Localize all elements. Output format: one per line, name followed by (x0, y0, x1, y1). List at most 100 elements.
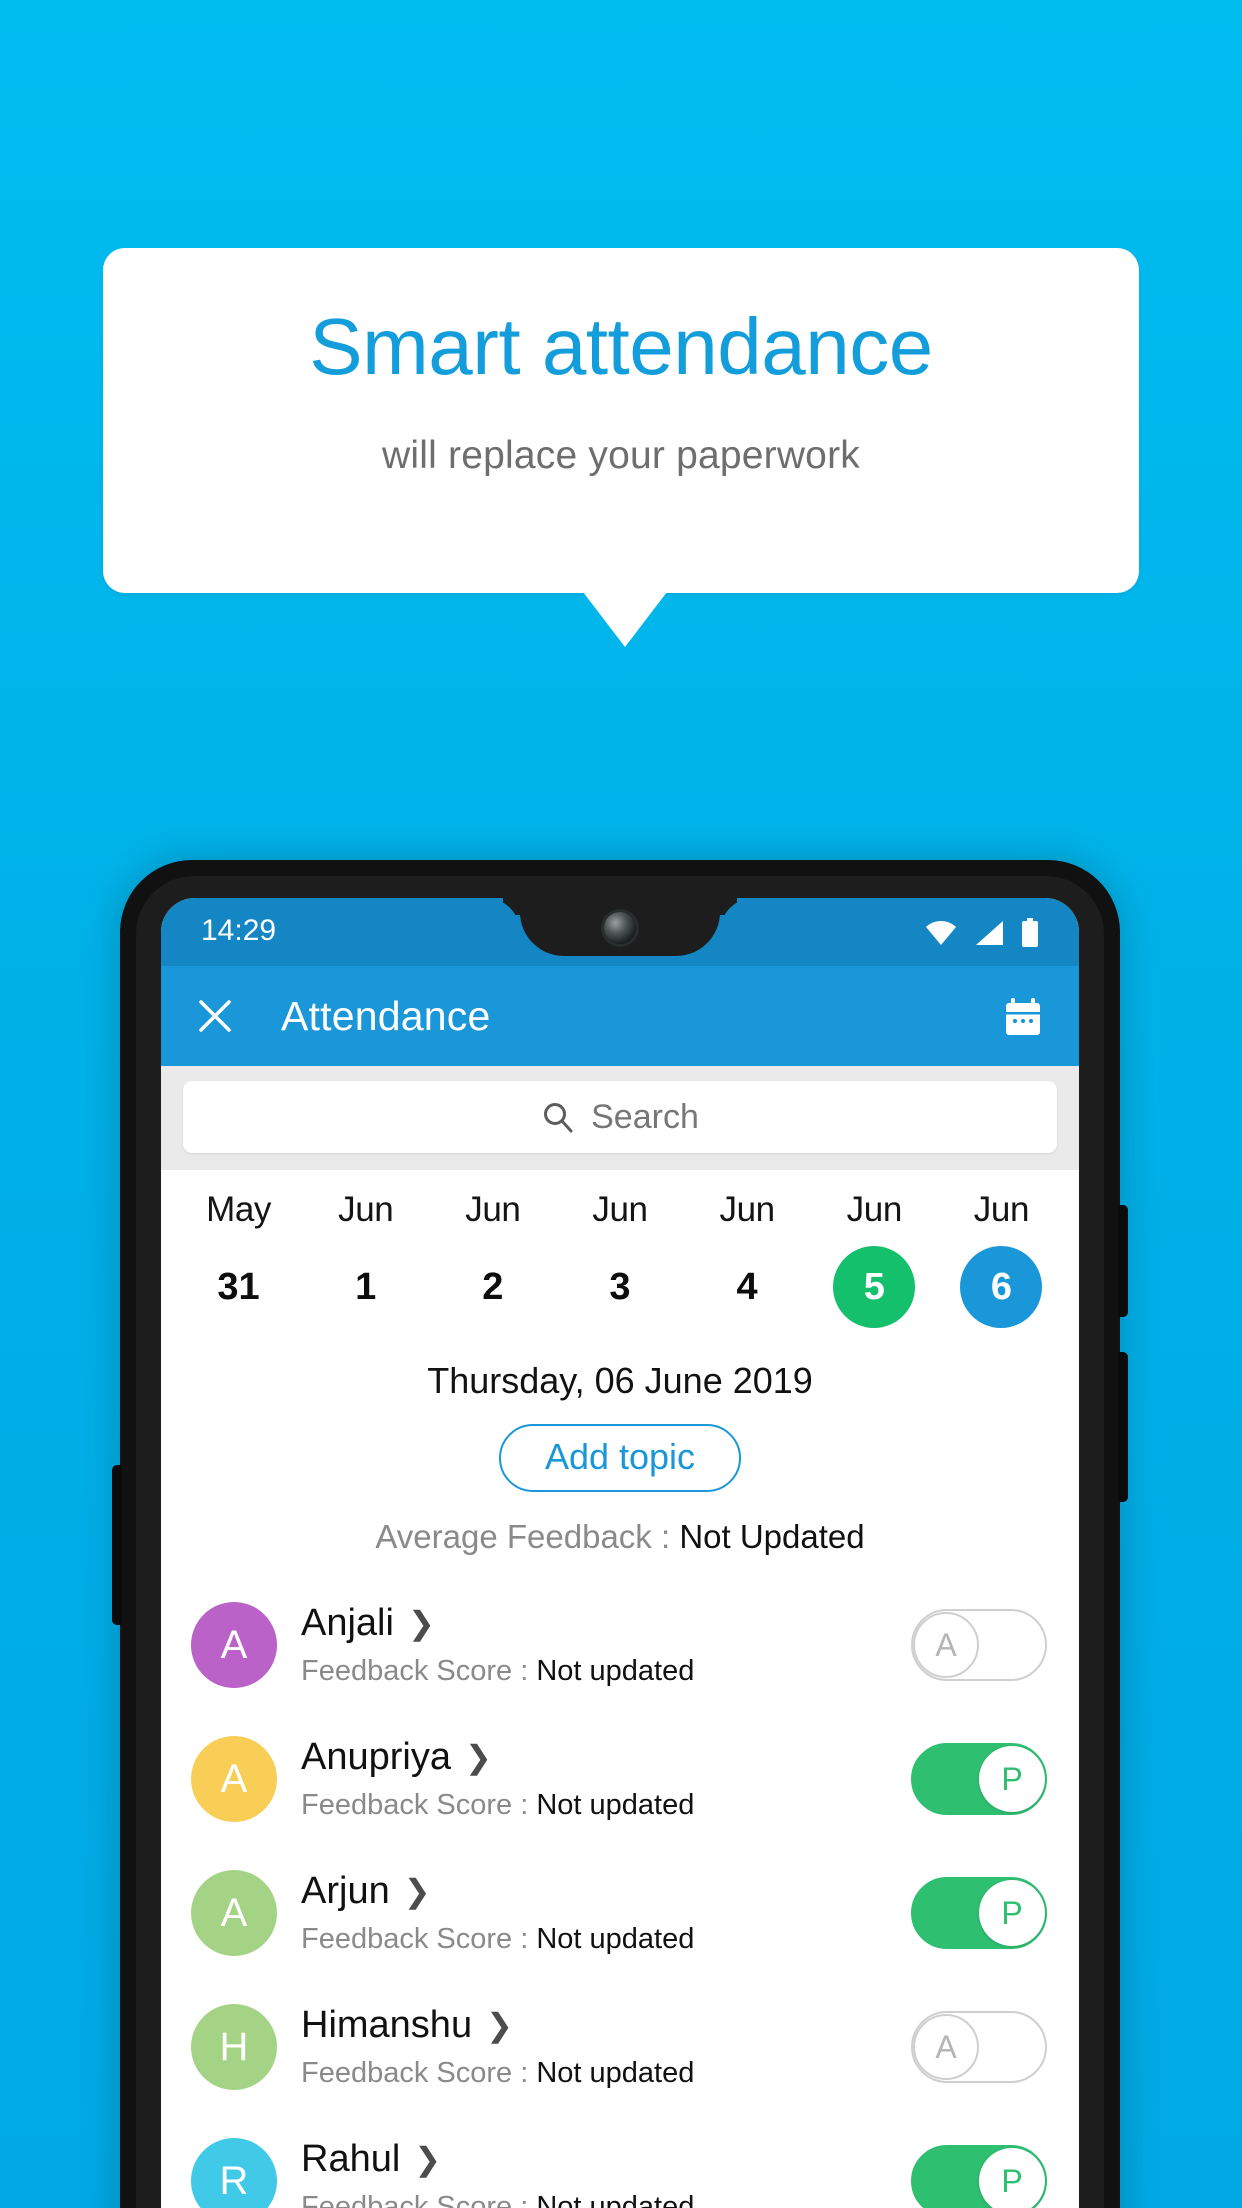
toggle-knob: A (913, 2014, 979, 2080)
toggle-knob: P (979, 1746, 1045, 1812)
status-time: 14:29 (201, 914, 277, 947)
page-title: Attendance (281, 992, 491, 1039)
student-name-line: Rahul ❯ (301, 2138, 911, 2181)
student-info: Rahul ❯ Feedback Score : Not updated (301, 2138, 911, 2208)
chevron-right-icon[interactable]: ❯ (408, 1607, 435, 1639)
date-month: Jun (465, 1190, 521, 1229)
attendance-toggle[interactable]: A (911, 2011, 1047, 2083)
table-row[interactable]: A Arjun ❯ Feedback Score : Not updated P (161, 1846, 1079, 1980)
status-bar: 14:29 (161, 898, 1079, 966)
student-info: Anjali ❯ Feedback Score : Not updated (301, 1602, 911, 1688)
average-feedback-value: Not Updated (679, 1518, 865, 1555)
avatar-initial: A (220, 1756, 248, 1801)
toggle-knob: A (913, 1612, 979, 1678)
date-number: 5 (863, 1265, 885, 1308)
date-cell-3[interactable]: Jun 3 (556, 1190, 683, 1328)
date-number-badge: 3 (579, 1246, 661, 1328)
feedback-value: Not updated (536, 2057, 695, 2089)
date-month: May (206, 1190, 272, 1229)
date-month: Jun (592, 1190, 648, 1229)
student-name-line: Anjali ❯ (301, 1602, 911, 1645)
student-feedback: Feedback Score : Not updated (301, 1923, 911, 1956)
feedback-label: Feedback Score : (301, 2191, 537, 2208)
date-cell-6[interactable]: Jun 6 (938, 1190, 1065, 1328)
date-number: 6 (990, 1265, 1012, 1308)
table-row[interactable]: A Anjali ❯ Feedback Score : Not updated … (161, 1578, 1079, 1712)
average-feedback: Average Feedback : Not Updated (161, 1518, 1079, 1556)
table-row[interactable]: A Anupriya ❯ Feedback Score : Not update… (161, 1712, 1079, 1846)
avatar-initial: R (219, 2158, 249, 2203)
add-topic-button[interactable]: Add topic (498, 1424, 742, 1492)
app-bar: Attendance (161, 966, 1079, 1066)
chevron-right-icon[interactable]: ❯ (486, 2009, 513, 2041)
average-feedback-label: Average Feedback : (375, 1518, 680, 1555)
calendar-icon[interactable] (1001, 996, 1045, 1040)
avatar-initial: A (220, 1890, 248, 1935)
date-number-badge: 6 (960, 1246, 1043, 1328)
student-name-line: Arjun ❯ (301, 1870, 911, 1913)
side-button-left[interactable] (112, 1465, 122, 1625)
date-month: Jun (338, 1190, 394, 1229)
status-icons (925, 918, 1039, 948)
date-number-badge: 1 (325, 1246, 407, 1328)
student-feedback: Feedback Score : Not updated (301, 2191, 911, 2208)
date-month: Jun (719, 1190, 776, 1229)
feedback-value: Not updated (536, 1789, 695, 1821)
date-cell-2[interactable]: Jun 2 (429, 1190, 556, 1328)
date-cell-1[interactable]: Jun 1 (302, 1190, 429, 1328)
avatar: R (191, 2138, 277, 2208)
date-number: 2 (482, 1265, 504, 1308)
student-feedback: Feedback Score : Not updated (301, 1789, 911, 1822)
student-info: Himanshu ❯ Feedback Score : Not updated (301, 2004, 911, 2090)
feedback-value: Not updated (536, 1923, 695, 1955)
chevron-right-icon[interactable]: ❯ (414, 2143, 441, 2175)
student-info: Arjun ❯ Feedback Score : Not updated (301, 1870, 911, 1956)
student-name: Himanshu (301, 2004, 473, 2046)
attendance-toggle[interactable]: P (911, 2145, 1047, 2208)
table-row[interactable]: H Himanshu ❯ Feedback Score : Not update… (161, 1980, 1079, 2114)
wifi-icon (926, 921, 956, 945)
volume-button[interactable] (1118, 1352, 1128, 1502)
avatar: A (191, 1870, 277, 1956)
toggle-knob: P (979, 2148, 1045, 2208)
student-list: A Anjali ❯ Feedback Score : Not updated … (161, 1578, 1079, 2208)
search-icon (544, 1103, 573, 1133)
student-name: Arjun (301, 1870, 390, 1912)
close-icon[interactable] (195, 996, 235, 1036)
chevron-right-icon[interactable]: ❯ (465, 1741, 492, 1773)
attendance-toggle[interactable]: P (911, 1743, 1047, 1815)
date-month: Jun (973, 1190, 1030, 1229)
chevron-right-icon[interactable]: ❯ (404, 1875, 431, 1907)
student-name: Anjali (301, 1602, 394, 1644)
phone-screen: 14:29 Attendance Search May 31 Jun 1 Jun… (161, 898, 1079, 2208)
selected-date-label: Thursday, 06 June 2019 (427, 1360, 813, 1401)
date-number: 31 (217, 1265, 260, 1308)
toggle-knob: P (979, 1880, 1045, 1946)
student-info: Anupriya ❯ Feedback Score : Not updated (301, 1736, 911, 1822)
avatar-initial: A (220, 1622, 248, 1667)
search-placeholder: Search (591, 1097, 699, 1136)
date-cell-4[interactable]: Jun 4 (684, 1190, 811, 1328)
feedback-label: Feedback Score : (301, 2057, 537, 2089)
attendance-toggle[interactable]: P (911, 1877, 1047, 1949)
feedback-label: Feedback Score : (301, 1789, 537, 1821)
battery-icon (1022, 918, 1038, 947)
date-number: 1 (355, 1265, 377, 1308)
table-row[interactable]: R Rahul ❯ Feedback Score : Not updated P (161, 2114, 1079, 2208)
date-month: Jun (846, 1190, 903, 1229)
search-container: Search (161, 1066, 1079, 1170)
attendance-toggle[interactable]: A (911, 1609, 1047, 1681)
feedback-value: Not updated (536, 2191, 695, 2208)
front-camera (604, 912, 636, 944)
date-number-badge: 5 (833, 1246, 916, 1328)
date-number-badge: 2 (452, 1246, 534, 1328)
date-cell-0[interactable]: May 31 (175, 1190, 302, 1328)
feedback-label: Feedback Score : (301, 1655, 537, 1687)
avatar: A (191, 1602, 277, 1688)
date-cell-5[interactable]: Jun 5 (811, 1190, 938, 1328)
student-feedback: Feedback Score : Not updated (301, 2057, 911, 2090)
search-input[interactable]: Search (183, 1081, 1057, 1153)
add-topic-container: Add topic (161, 1424, 1079, 1492)
avatar: H (191, 2004, 277, 2090)
power-button[interactable] (1118, 1205, 1128, 1317)
